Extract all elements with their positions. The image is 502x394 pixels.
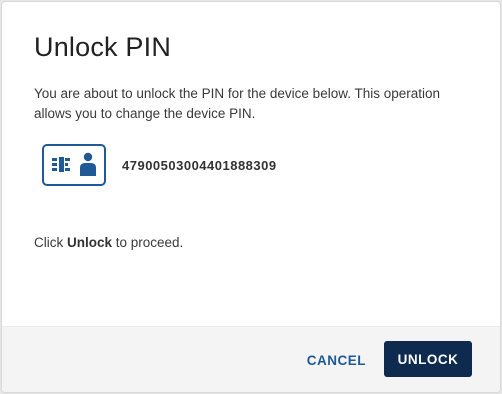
smart-card-user-icon [42, 144, 106, 186]
instruction-emphasis: Unlock [67, 235, 113, 250]
unlock-button[interactable]: UNLOCK [384, 341, 472, 377]
dialog-title: Unlock PIN [34, 32, 172, 62]
instruction-suffix: to proceed. [112, 235, 184, 250]
dialog-footer: CANCEL UNLOCK [2, 326, 500, 392]
unlock-pin-dialog: Unlock PIN You are about to unlock the P… [1, 1, 501, 393]
dialog-description: You are about to unlock the PIN for the … [34, 86, 441, 121]
instruction-text: Click Unlock to proceed. [34, 235, 183, 250]
device-row: 47900503004401888309 [42, 144, 277, 186]
device-id: 47900503004401888309 [122, 157, 277, 173]
cancel-button[interactable]: CANCEL [299, 343, 374, 377]
instruction-prefix: Click [34, 235, 67, 250]
